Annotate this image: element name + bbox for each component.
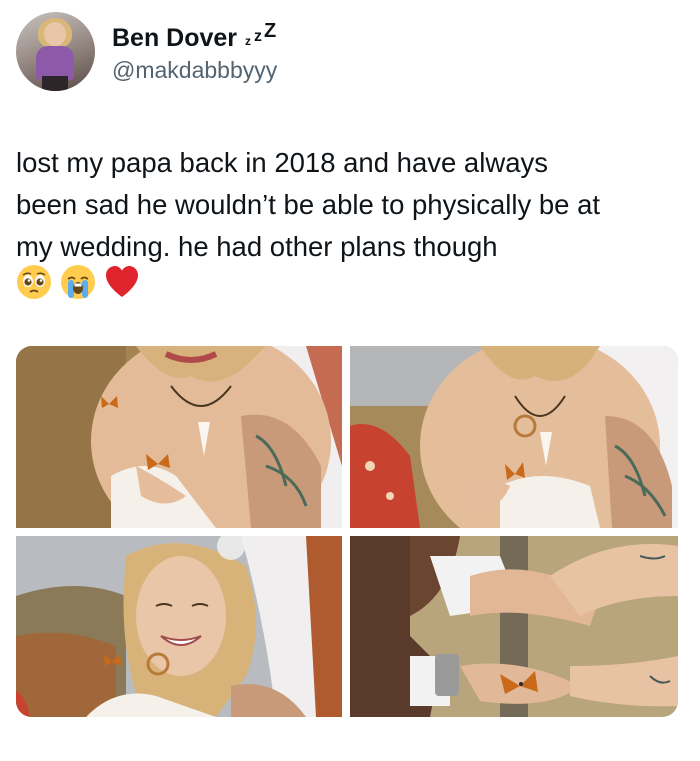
photo-hands-butterfly[interactable] — [350, 536, 678, 717]
photo-4-image — [350, 536, 678, 717]
photo-3-image — [16, 536, 342, 717]
loudly-crying-face-icon — [61, 265, 95, 299]
photo-2-image — [350, 346, 678, 528]
tweet-text: lost my papa back in 2018 and have alway… — [16, 142, 676, 268]
media-grid — [16, 346, 678, 717]
photo-bride-holding-butterfly[interactable] — [350, 346, 678, 528]
avatar-legs — [42, 76, 68, 91]
avatar[interactable] — [16, 12, 95, 91]
tweet-line: lost my papa back in 2018 and have alway… — [16, 147, 548, 178]
avatar-body — [36, 46, 74, 80]
emoji-row — [16, 264, 140, 300]
tweet-line: been sad he wouldn’t be able to physical… — [16, 189, 601, 220]
photo-bride-laughing[interactable] — [16, 536, 342, 717]
photo-bride-smiling[interactable] — [16, 346, 342, 528]
zzz-sleep-icon: z z Z — [245, 20, 277, 48]
pleading-face-icon — [17, 265, 51, 299]
red-heart-icon — [106, 266, 138, 297]
display-name[interactable]: Ben Dover — [112, 24, 237, 53]
avatar-face — [44, 22, 66, 46]
user-handle[interactable]: @makdabbbyyy — [112, 57, 277, 84]
author-name-row: Ben Dover z z Z — [112, 20, 277, 53]
photo-1-image — [16, 346, 342, 528]
tweet-line: my wedding. he had other plans though — [16, 231, 498, 262]
